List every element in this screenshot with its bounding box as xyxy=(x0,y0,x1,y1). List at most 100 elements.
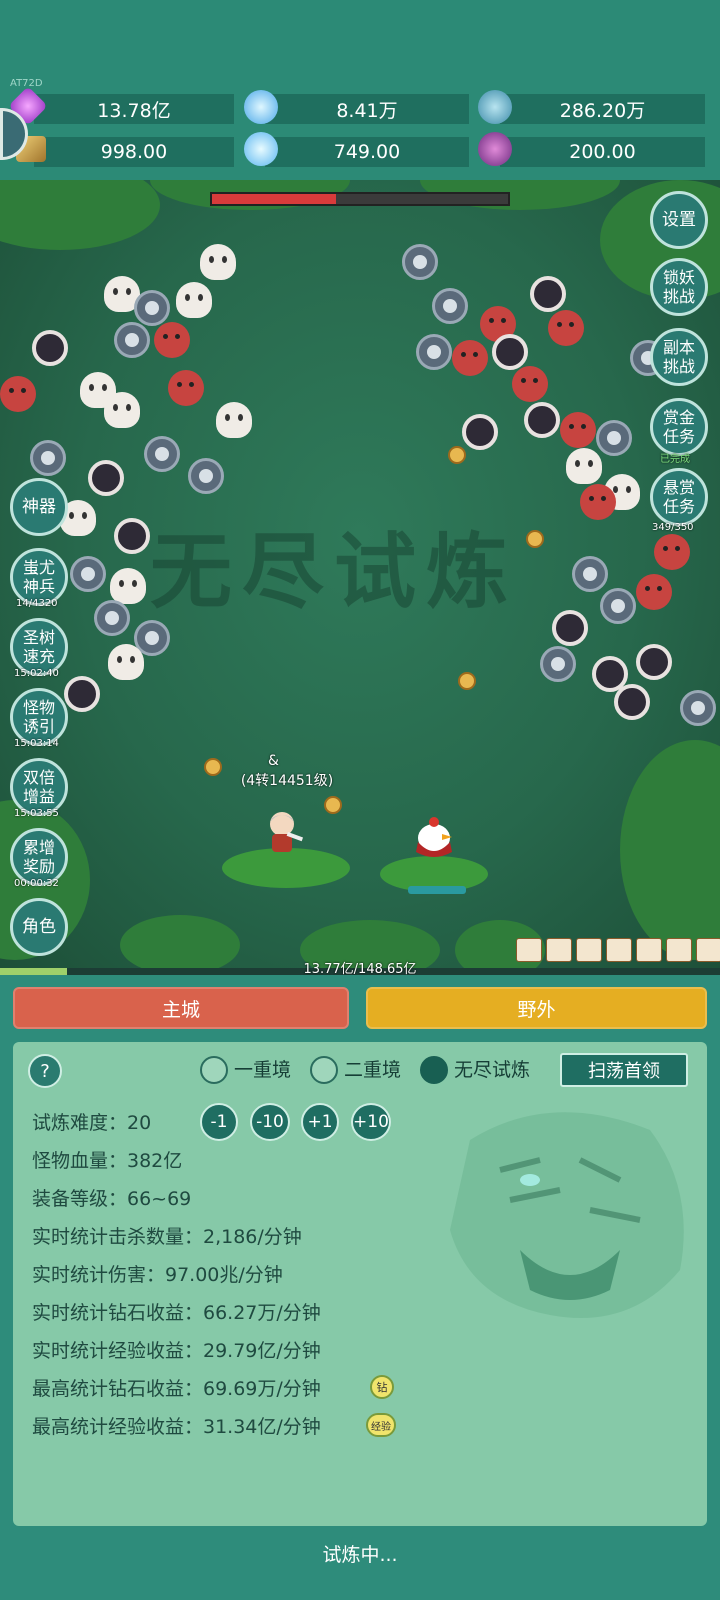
resource-value: 749.00 xyxy=(333,141,401,163)
red-monster xyxy=(452,340,488,376)
difficulty-minus1-button[interactable]: -1 xyxy=(200,1103,238,1141)
bush xyxy=(0,180,160,250)
red-monster xyxy=(548,310,584,346)
button-label: 悬赏 任务 xyxy=(662,478,695,516)
buff-icons xyxy=(516,938,720,962)
eye-monster xyxy=(596,420,632,456)
eye-monster xyxy=(134,290,170,326)
artifact-button[interactable]: 神器 xyxy=(10,478,68,536)
red-monster xyxy=(512,366,548,402)
ice-shard-icon xyxy=(244,132,278,166)
damage-rate-stat: 实时统计伤害：97.00兆/分钟 xyxy=(32,1264,283,1286)
resource-value: 286.20万 xyxy=(559,99,646,122)
character-button[interactable]: 角色 xyxy=(10,898,68,956)
difficulty-plus1-button[interactable]: +1 xyxy=(301,1103,339,1141)
tiger-illustration xyxy=(450,1112,684,1318)
wild-button[interactable]: 野外 xyxy=(366,987,707,1029)
sheep-monster xyxy=(64,676,100,712)
sheep-monster xyxy=(462,414,498,450)
mode-radio-1[interactable] xyxy=(200,1056,228,1084)
button-timer: 15:03:14 xyxy=(14,738,59,749)
kill-rate-stat: 实时统计击杀数量：2,186/分钟 xyxy=(32,1226,302,1248)
task-progress: 349/350 xyxy=(652,522,694,533)
mode-radio-endless[interactable] xyxy=(420,1056,448,1084)
eye-monster xyxy=(680,690,716,726)
difficulty-value: 20 xyxy=(127,1112,152,1134)
sheep-monster xyxy=(524,402,560,438)
buff-icon xyxy=(636,938,662,962)
ghost-monster xyxy=(566,448,602,484)
pet-hp-bar xyxy=(408,886,466,894)
mode-radio-2[interactable] xyxy=(310,1056,338,1084)
button-label: 副本 挑战 xyxy=(662,338,695,376)
task-status: 已完成 xyxy=(660,454,690,465)
bounty-gold-task-button[interactable]: 赏金 任务 xyxy=(650,398,708,456)
gold-coin xyxy=(324,796,342,814)
resource-value: 13.78亿 xyxy=(97,99,171,122)
hero-character xyxy=(270,812,304,852)
red-monster xyxy=(560,412,596,448)
blue-crystal-icon xyxy=(244,90,278,124)
resource-shard: 749.00 xyxy=(265,137,469,167)
resource-wing: 998.00 xyxy=(34,137,234,167)
gold-coin xyxy=(204,758,222,776)
button-timer: 15:03:55 xyxy=(14,808,59,819)
ghost-monster xyxy=(216,402,252,438)
buff-icon xyxy=(576,938,602,962)
player-name: & xyxy=(268,753,279,769)
eye-monster xyxy=(540,646,576,682)
sheep-monster xyxy=(88,460,124,496)
ghost-monster xyxy=(108,644,144,680)
button-label: 锁妖 挑战 xyxy=(662,268,695,306)
button-label: 神器 xyxy=(22,497,56,517)
help-button[interactable]: ? xyxy=(28,1054,62,1088)
button-label: 野外 xyxy=(517,998,556,1021)
ghost-monster xyxy=(200,244,236,280)
resource-pot: 200.00 xyxy=(500,137,705,167)
button-label: 双倍 增益 xyxy=(22,768,55,806)
sheep-monster xyxy=(614,684,650,720)
button-timer: 15:02:40 xyxy=(14,668,59,679)
ghost-monster xyxy=(176,282,212,318)
sheep-monster xyxy=(32,330,68,366)
button-label: 赏金 任务 xyxy=(662,408,695,446)
mode-label: 无尽试炼 xyxy=(454,1059,531,1081)
player-level: (4转14451级) xyxy=(240,773,334,789)
equip-level-stat: 装备等级：66~69 xyxy=(32,1188,192,1210)
max-diamond-rate-stat: 最高统计钻石收益：69.69万/分钟 xyxy=(32,1378,321,1400)
resource-gems: 13.78亿 xyxy=(34,94,234,124)
exp-rate-stat: 实时统计经验收益：29.79亿/分钟 xyxy=(32,1340,321,1362)
dungeon-challenge-button[interactable]: 副本 挑战 xyxy=(650,328,708,386)
difficulty-minus10-button[interactable]: -10 xyxy=(250,1103,290,1141)
resource-value: 8.41万 xyxy=(336,99,398,122)
eye-monster xyxy=(416,334,452,370)
trial-status: 试炼中... xyxy=(322,1544,398,1566)
resource-orb: 286.20万 xyxy=(500,94,705,124)
buff-icon xyxy=(516,938,542,962)
eye-monster xyxy=(572,556,608,592)
main-city-button[interactable]: 主城 xyxy=(13,987,349,1029)
difficulty-plus10-button[interactable]: +10 xyxy=(351,1103,391,1141)
ghost-monster xyxy=(110,568,146,604)
resource-crystal: 8.41万 xyxy=(265,94,469,124)
red-monster xyxy=(168,370,204,406)
eye-monster xyxy=(94,600,130,636)
resource-value: 200.00 xyxy=(569,141,636,163)
button-counter: 14/4320 xyxy=(16,598,58,609)
button-label: 主城 xyxy=(161,998,200,1021)
sweep-boss-button[interactable]: 扫荡首领 xyxy=(560,1053,688,1087)
red-monster xyxy=(636,574,672,610)
settings-button[interactable]: 设置 xyxy=(650,191,708,249)
eye-monster xyxy=(432,288,468,324)
boss-hp-bar xyxy=(210,192,510,206)
reward-task-button[interactable]: 悬赏 任务 xyxy=(650,468,708,526)
chicken-pet xyxy=(416,817,452,857)
demon-lock-challenge-button[interactable]: 锁妖 挑战 xyxy=(650,258,708,316)
red-monster xyxy=(0,376,36,412)
mode-watermark: 无尽试炼 xyxy=(150,524,519,620)
eye-monster xyxy=(188,458,224,494)
buff-icon xyxy=(546,938,572,962)
boss-hp-fill xyxy=(212,194,337,204)
red-monster xyxy=(154,322,190,358)
sheep-monster xyxy=(530,276,566,312)
